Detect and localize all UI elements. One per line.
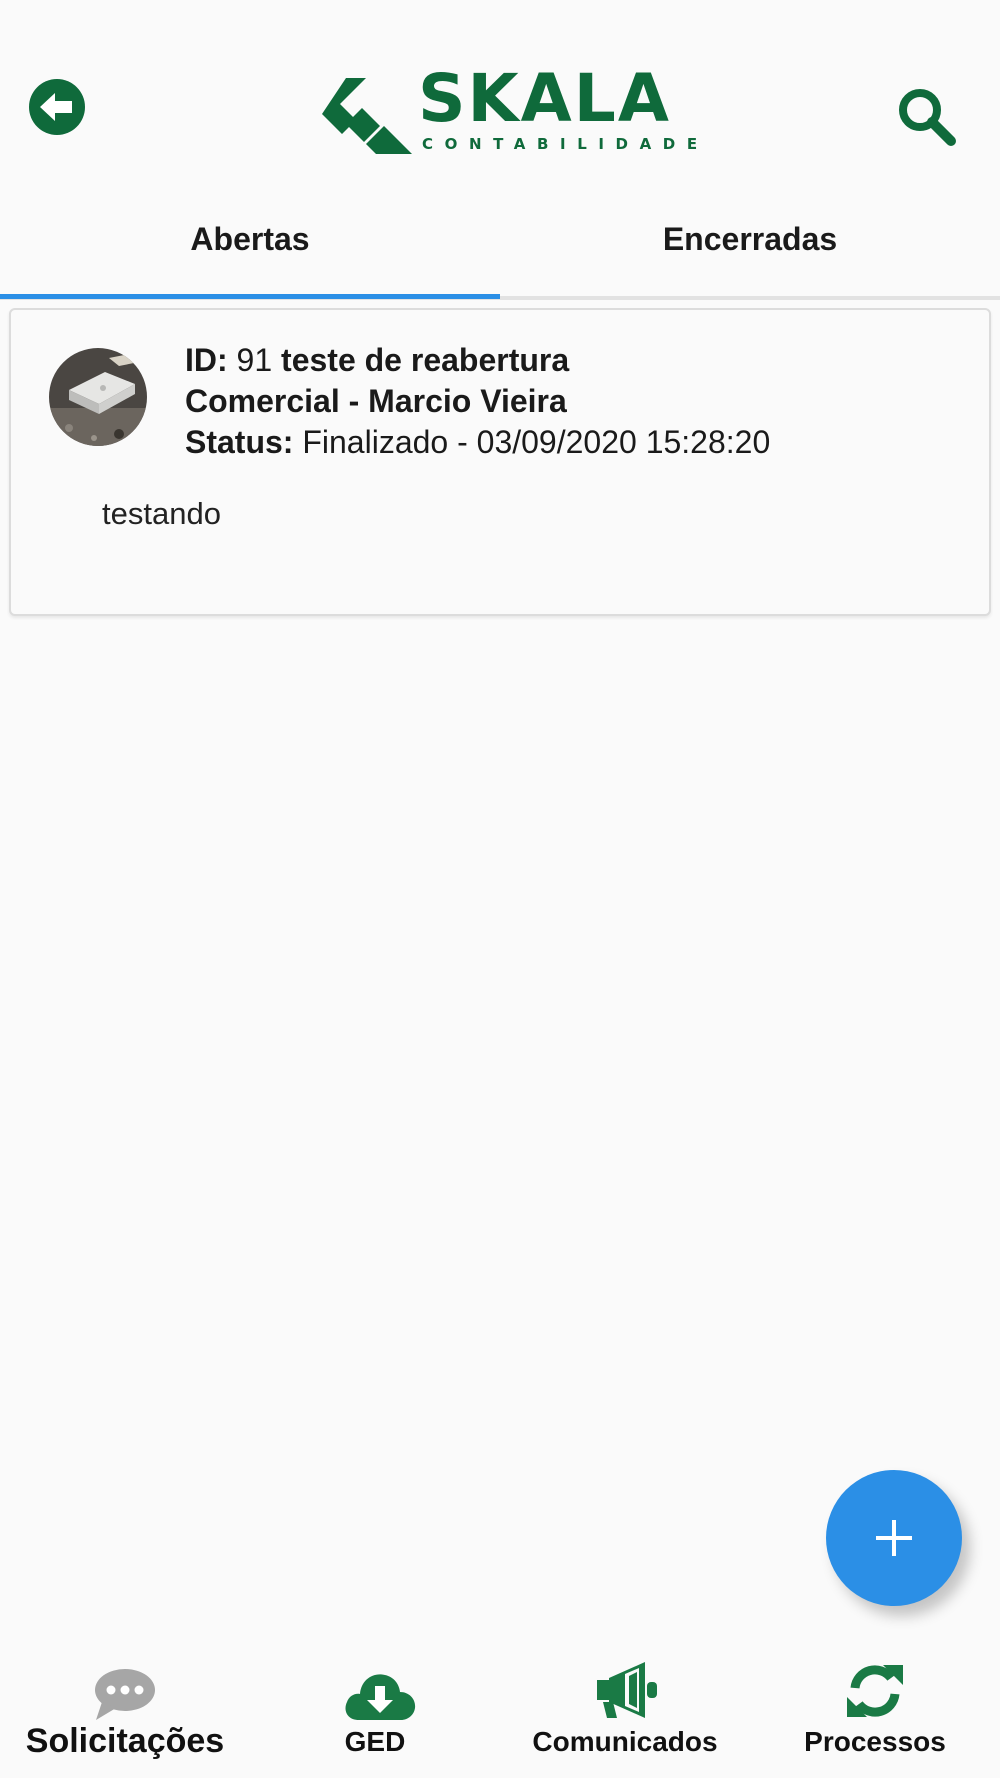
request-status-label: Status: <box>185 424 294 460</box>
new-request-button[interactable] <box>826 1470 962 1606</box>
tab-encerradas[interactable]: Encerradas <box>500 185 1000 296</box>
skala-logo: SKALA CONTABILIDADE <box>322 66 697 160</box>
request-summary: ID: 91 teste de reabertura Comercial - M… <box>185 340 770 463</box>
bottom-navigation: Solicitações GED Comunicados Processos <box>0 1640 1000 1778</box>
request-id: 91 <box>236 342 273 378</box>
request-id-label: ID: <box>185 342 228 378</box>
app-screen: SKALA CONTABILIDADE Abertas Encerradas I… <box>0 0 1000 1778</box>
tab-abertas[interactable]: Abertas <box>0 185 500 296</box>
request-description: testando <box>102 496 221 531</box>
logo-wordmark: SKALA <box>418 60 671 137</box>
skala-logo-mark <box>322 78 412 154</box>
nav-processos-label: Processos <box>804 1726 946 1757</box>
logo-subtitle: CONTABILIDADE <box>422 135 709 153</box>
request-id-line: ID: 91 teste de reabertura <box>185 340 770 381</box>
back-button[interactable] <box>28 78 86 136</box>
tab-encerradas-label: Encerradas <box>662 221 838 257</box>
cloud-download-icon <box>345 1674 416 1720</box>
avatar <box>49 348 147 446</box>
active-tab-indicator <box>0 294 500 299</box>
request-department: Comercial - Marcio Vieira <box>185 383 567 419</box>
request-status: Finalizado - 03/09/2020 15:28:20 <box>302 424 771 460</box>
request-status-line: Status: Finalizado - 03/09/2020 15:28:20 <box>185 422 770 463</box>
tab-bar: Abertas Encerradas <box>0 185 1000 300</box>
megaphone-icon <box>597 1662 657 1718</box>
app-header: SKALA CONTABILIDADE <box>0 0 1000 185</box>
nav-comunicados-label: Comunicados <box>532 1726 718 1757</box>
plus-icon <box>876 1520 912 1556</box>
request-title: teste de reabertura <box>281 342 570 378</box>
chat-bubble-icon <box>95 1669 155 1720</box>
sync-icon <box>847 1665 903 1717</box>
arrow-circle-left-icon <box>29 79 85 135</box>
nav-processos[interactable]: Processos <box>785 1640 965 1778</box>
search-button[interactable] <box>896 86 958 148</box>
avatar-photo <box>49 348 147 446</box>
nav-solicitacoes[interactable]: Solicitações <box>10 1640 240 1778</box>
nav-comunicados[interactable]: Comunicados <box>515 1640 735 1778</box>
tab-abertas-label: Abertas <box>190 221 310 257</box>
nav-solicitacoes-label: Solicitações <box>25 1722 225 1760</box>
nav-ged-label: GED <box>344 1726 406 1757</box>
magnifier-icon <box>899 89 956 146</box>
nav-ged[interactable]: GED <box>300 1640 450 1778</box>
request-card[interactable]: ID: 91 teste de reabertura Comercial - M… <box>9 308 991 616</box>
